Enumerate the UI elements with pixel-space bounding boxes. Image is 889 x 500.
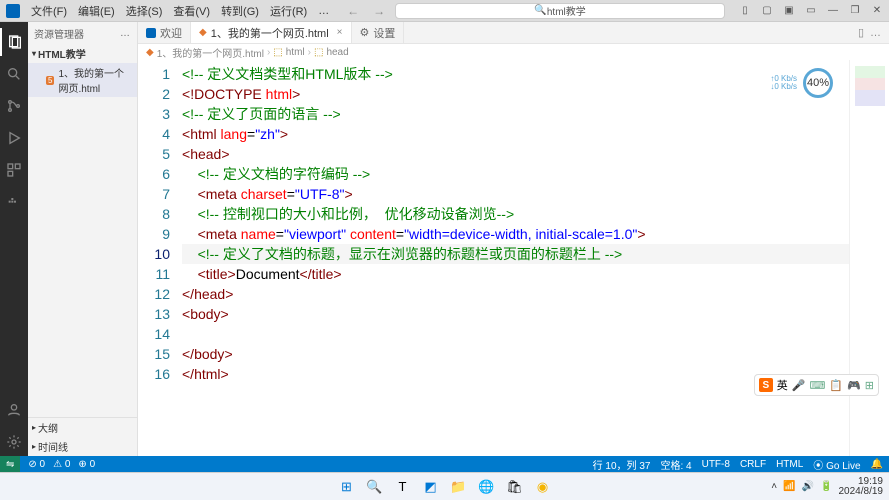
sidebar-more-icon[interactable]: … xyxy=(120,28,131,39)
window-maximize-button[interactable]: ❐ xyxy=(845,2,865,20)
search-icon[interactable] xyxy=(0,60,28,88)
html5-icon: ◆ xyxy=(199,27,207,38)
layout-custom-icon[interactable]: ▭ xyxy=(801,2,821,20)
menu-more[interactable]: … xyxy=(314,3,333,19)
performance-percent: 40% xyxy=(803,68,833,98)
html5-icon: 5 xyxy=(46,76,54,85)
layout-panel-icon[interactable]: ▢ xyxy=(757,2,777,20)
taskbar-chrome-icon[interactable]: ◉ xyxy=(532,476,554,498)
status-encoding[interactable]: UTF-8 xyxy=(702,459,730,470)
tray-clock[interactable]: 19:19 2024/8/19 xyxy=(839,477,884,497)
ime-grid-icon[interactable]: ⊞ xyxy=(865,379,874,392)
sogou-logo-icon: S xyxy=(759,378,773,392)
taskbar-store-icon[interactable]: 🛍 xyxy=(504,476,526,498)
docker-icon[interactable] xyxy=(0,188,28,216)
breadcrumb-symbol-icon: ⬚ xyxy=(314,47,323,58)
ime-toolbar[interactable]: S 英 🎤 ⌨ 📋 🎮 ⊞ xyxy=(754,374,879,396)
remote-indicator[interactable]: ⇋ xyxy=(0,456,20,472)
taskbar-explorer-icon[interactable]: 📁 xyxy=(448,476,470,498)
vscode-logo-icon xyxy=(6,4,20,18)
split-editor-icon[interactable]: ▯ xyxy=(858,26,864,39)
ime-game-icon[interactable]: 🎮 xyxy=(847,379,861,392)
explorer-icon[interactable] xyxy=(0,28,28,56)
sidebar-file-label: 1、我的第一个网页.html xyxy=(58,65,133,95)
ime-clipboard-icon[interactable]: 📋 xyxy=(829,379,843,392)
layout-secondary-icon[interactable]: ▣ xyxy=(779,2,799,20)
tab-welcome[interactable]: 欢迎 xyxy=(138,22,191,43)
code-editor[interactable]: 12345678910111213141516 <!-- 定义文档类型和HTML… xyxy=(138,60,889,456)
status-indent[interactable]: 空格: 4 xyxy=(660,457,691,472)
performance-badge: ↑0 Kb/s↓0 Kb/s 40% xyxy=(770,68,833,98)
nav-forward-icon[interactable]: → xyxy=(369,4,389,18)
sidebar-title: 资源管理器 xyxy=(34,26,84,41)
title-bar: 文件(F) 编辑(E) 选择(S) 查看(V) 转到(G) 运行(R) … ← … xyxy=(0,0,889,22)
search-icon: 🔍 xyxy=(534,5,546,16)
menu-run[interactable]: 运行(R) xyxy=(266,1,311,21)
taskbar-edge-icon[interactable]: 🌐 xyxy=(476,476,498,498)
status-bar: ⇋ ⊘ 0 ⚠ 0 ⊕ 0 行 10，列 37 空格: 4 UTF-8 CRLF… xyxy=(0,456,889,472)
sidebar-file-item[interactable]: 5 1、我的第一个网页.html xyxy=(28,63,137,97)
source-control-icon[interactable] xyxy=(0,92,28,120)
status-cursor-position[interactable]: 行 10，列 37 xyxy=(593,457,651,472)
sidebar-outline[interactable]: 大纲 xyxy=(28,418,137,437)
status-ports[interactable]: ⊕ 0 xyxy=(78,459,95,470)
menu-goto[interactable]: 转到(G) xyxy=(217,1,263,21)
extensions-icon[interactable] xyxy=(0,156,28,184)
ime-language[interactable]: 英 xyxy=(777,377,788,393)
tray-chevron-up-icon[interactable]: ˄ xyxy=(771,481,777,492)
gear-icon: ⚙ xyxy=(360,26,370,39)
status-language[interactable]: HTML xyxy=(776,459,803,470)
status-warnings[interactable]: ⚠ 0 xyxy=(53,459,70,470)
tab-bar: 欢迎 ◆ 1、我的第一个网页.html × ⚙ 设置 ▯ … xyxy=(138,22,889,44)
tray-volume-icon[interactable]: 🔊 xyxy=(802,481,814,492)
tab-more-icon[interactable]: … xyxy=(870,27,881,39)
activity-bar xyxy=(0,22,28,456)
breadcrumb-symbol-icon: ⬚ xyxy=(273,47,282,58)
tab-settings[interactable]: ⚙ 设置 xyxy=(352,22,405,43)
line-number-gutter: 12345678910111213141516 xyxy=(138,60,182,456)
window-minimize-button[interactable]: ― xyxy=(823,2,843,20)
menu-select[interactable]: 选择(S) xyxy=(122,1,167,21)
status-notifications-icon[interactable]: 🔔 xyxy=(871,459,883,470)
start-button[interactable]: ⊞ xyxy=(336,476,358,498)
window-close-button[interactable]: ✕ xyxy=(867,2,887,20)
minimap[interactable] xyxy=(849,60,889,456)
windows-taskbar: ⊞ 🔍 T ◩ 📁 🌐 🛍 ◉ ˄ 📶 🔊 🔋 19:19 2024/8/19 xyxy=(0,472,889,500)
code-content[interactable]: <!-- 定义文档类型和HTML版本 --><!DOCTYPE html><!-… xyxy=(182,60,849,456)
settings-gear-icon[interactable] xyxy=(0,428,28,456)
command-center-text: html教学 xyxy=(547,3,586,18)
status-errors[interactable]: ⊘ 0 xyxy=(28,459,45,470)
menu-edit[interactable]: 编辑(E) xyxy=(74,1,119,21)
taskbar-widgets-icon[interactable]: ◩ xyxy=(420,476,442,498)
layout-primary-icon[interactable]: ▯ xyxy=(735,2,755,20)
tab-current-file[interactable]: ◆ 1、我的第一个网页.html × xyxy=(191,22,352,43)
menu-file[interactable]: 文件(F) xyxy=(27,1,71,21)
menu-view[interactable]: 查看(V) xyxy=(169,1,214,21)
vscode-icon xyxy=(146,28,156,38)
account-icon[interactable] xyxy=(0,396,28,424)
run-debug-icon[interactable] xyxy=(0,124,28,152)
ime-mic-icon[interactable]: 🎤 xyxy=(792,379,806,392)
tab-close-icon[interactable]: × xyxy=(337,27,343,38)
tray-network-icon[interactable]: 📶 xyxy=(783,481,795,492)
explorer-sidebar: 资源管理器 … HTML教学 5 1、我的第一个网页.html 大纲 时间线 xyxy=(28,22,138,456)
breadcrumb[interactable]: ◆ 1、我的第一个网页.html › ⬚ html › ⬚ head xyxy=(138,44,889,60)
ime-keyboard-icon[interactable]: ⌨ xyxy=(809,379,825,392)
tray-battery-icon[interactable]: 🔋 xyxy=(820,481,832,492)
sidebar-timeline[interactable]: 时间线 xyxy=(28,437,137,456)
nav-back-icon[interactable]: ← xyxy=(343,4,363,18)
status-eol[interactable]: CRLF xyxy=(740,459,766,470)
status-golive[interactable]: ⦿ Go Live xyxy=(813,457,860,472)
html5-icon: ◆ xyxy=(146,47,154,58)
sidebar-folder[interactable]: HTML教学 xyxy=(28,44,137,63)
taskbar-taskview-icon[interactable]: T xyxy=(392,476,414,498)
taskbar-search-icon[interactable]: 🔍 xyxy=(364,476,386,498)
system-tray: ˄ 📶 🔊 🔋 19:19 2024/8/19 xyxy=(771,477,883,497)
command-center-input[interactable]: 🔍 html教学 xyxy=(395,3,725,19)
